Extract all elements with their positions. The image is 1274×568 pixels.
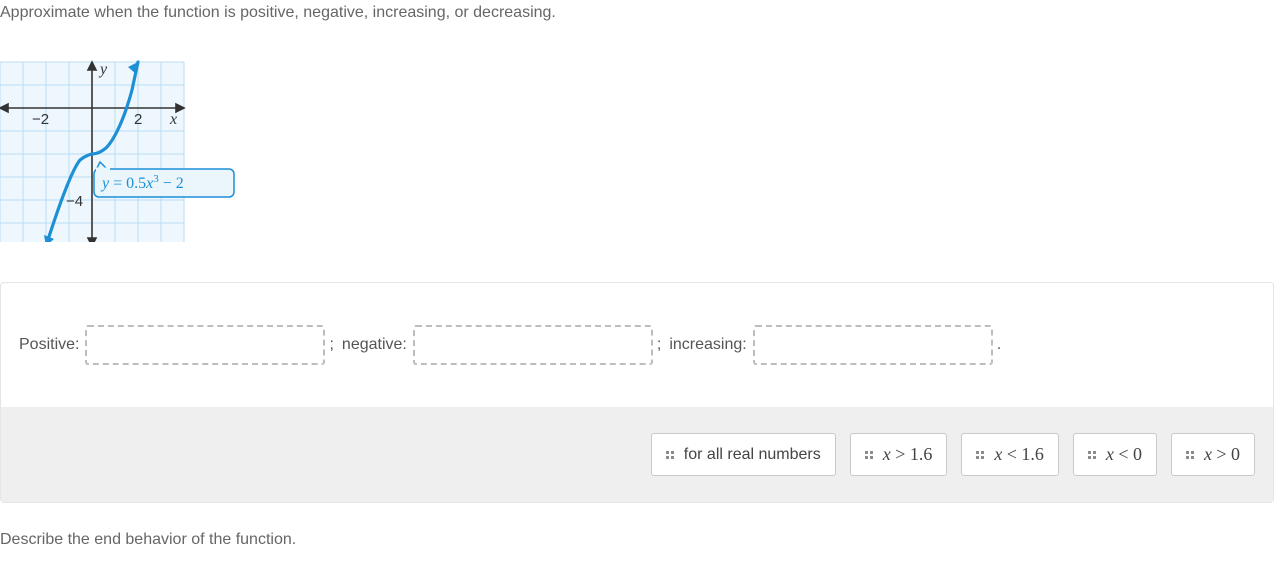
drag-grip-icon (666, 451, 674, 459)
tile-x-gt-1-6[interactable]: x > 1.6 (850, 433, 948, 476)
tile-label: for all real numbers (684, 446, 821, 464)
negative-drop-zone[interactable] (413, 325, 653, 365)
separator: ; (329, 336, 333, 354)
svg-text:y = 0.5x3 − 2: y = 0.5x3 − 2 (100, 173, 184, 192)
tick-neg-2: −2 (32, 111, 49, 128)
positive-label: Positive: (19, 336, 79, 354)
y-axis-label: y (98, 61, 108, 78)
drag-grip-icon (865, 451, 873, 459)
graph-container: y x −2 2 −4 y = 0.5x3 − 2 (0, 34, 1274, 282)
answer-area: Positive: ; negative: ; increasing: . fo… (0, 282, 1274, 503)
tick-neg-4: −4 (66, 193, 83, 210)
increasing-label: increasing: (669, 336, 746, 354)
tile-label: x < 1.6 (994, 444, 1044, 465)
separator: . (997, 336, 1001, 354)
x-axis-label: x (169, 111, 177, 128)
function-graph: y x −2 2 −4 y = 0.5x3 − 2 (0, 42, 250, 242)
tick-2: 2 (134, 111, 142, 128)
drag-grip-icon (1088, 451, 1096, 459)
tile-x-lt-0[interactable]: x < 0 (1073, 433, 1157, 476)
tile-x-lt-1-6[interactable]: x < 1.6 (961, 433, 1059, 476)
tile-x-gt-0[interactable]: x > 0 (1171, 433, 1255, 476)
drop-zones-row: Positive: ; negative: ; increasing: . (1, 283, 1273, 407)
tiles-tray: for all real numbers x > 1.6 x < 1.6 x <… (1, 407, 1273, 502)
tile-label: x < 0 (1106, 444, 1142, 465)
end-behavior-text: Describe the end behavior of the functio… (0, 527, 1274, 549)
separator: ; (657, 336, 661, 354)
tile-label: x > 0 (1204, 444, 1240, 465)
drag-grip-icon (976, 451, 984, 459)
negative-label: negative: (342, 336, 407, 354)
increasing-drop-zone[interactable] (753, 325, 993, 365)
tile-label: x > 1.6 (883, 444, 933, 465)
positive-drop-zone[interactable] (85, 325, 325, 365)
drag-grip-icon (1186, 451, 1194, 459)
question-text: Approximate when the function is positiv… (0, 0, 1274, 34)
tile-all-real-numbers[interactable]: for all real numbers (651, 433, 836, 476)
